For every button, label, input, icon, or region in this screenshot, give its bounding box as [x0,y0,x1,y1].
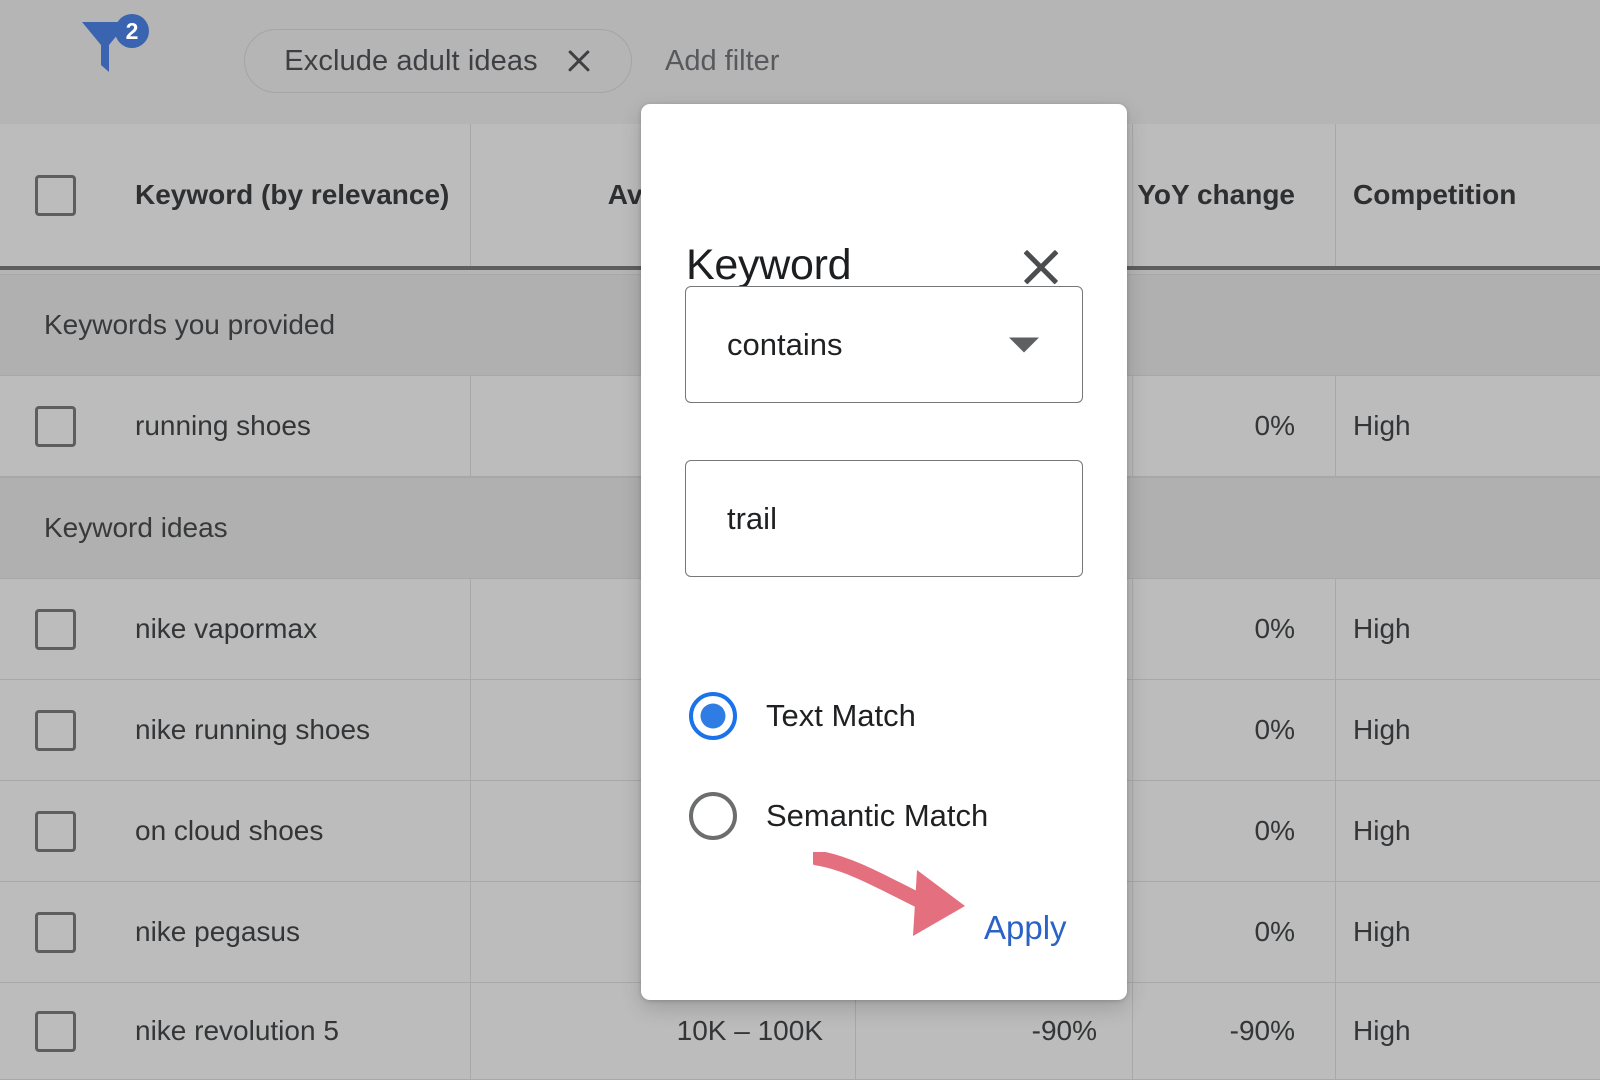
screen-root: 2 Exclude adult ideas Add filter Keyword… [0,0,1600,1080]
filter-chip-exclude-adult-ideas[interactable]: Exclude adult ideas [244,29,632,93]
row-competition: High [1353,410,1411,442]
select-all-checkbox[interactable] [35,175,76,216]
row-competition-cell: High [1335,983,1600,1079]
row-checkbox-cell[interactable] [0,376,110,476]
row-yoy-cell: -90% [1132,983,1335,1079]
row-keyword-cell: nike running shoes [110,680,470,780]
match-option-label: Semantic Match [766,798,988,834]
row-yoy: -90% [1230,1015,1295,1047]
row-yoy-cell: 0% [1132,781,1335,881]
row-volume: 10K – 100K [677,1015,823,1047]
add-filter-button[interactable]: Add filter [665,45,779,78]
column-header-yoy[interactable]: YoY change [1132,124,1335,266]
column-header-label: YoY change [1137,179,1295,211]
row-competition-cell: High [1335,680,1600,780]
row-keyword: nike running shoes [135,714,370,746]
row-yoy: 0% [1255,410,1295,442]
row-competition-cell: High [1335,376,1600,476]
group-title: Keyword ideas [44,512,228,544]
row-yoy: 0% [1255,916,1295,948]
column-header-keyword[interactable]: Keyword (by relevance) [110,124,470,266]
row-competition-cell: High [1335,781,1600,881]
row-checkbox[interactable] [35,811,76,852]
match-option-label: Text Match [766,698,916,734]
row-checkbox[interactable] [35,406,76,447]
close-icon[interactable] [566,48,592,74]
filter-chip-label: Exclude adult ideas [284,45,537,78]
match-option-text-match[interactable]: Text Match [689,692,916,740]
row-keyword: nike revolution 5 [135,1015,339,1047]
column-header-label: Competition [1353,179,1516,211]
row-yoy-cell: 0% [1132,680,1335,780]
row-keyword-cell: nike pegasus [110,882,470,982]
row-keyword: nike pegasus [135,916,300,948]
group-title: Keywords you provided [44,309,335,341]
filter-badge-count: 2 [126,18,139,44]
operator-select[interactable]: contains [685,286,1083,403]
column-header-label: Keyword (by relevance) [135,179,449,211]
row-keyword-cell: running shoes [110,376,470,476]
row-keyword-cell: on cloud shoes [110,781,470,881]
column-header-competition[interactable]: Competition [1335,124,1600,266]
row-keyword-cell: nike revolution 5 [110,983,470,1079]
row-competition: High [1353,1015,1411,1047]
chevron-down-icon [1009,337,1039,352]
select-all-cell[interactable] [0,124,110,266]
row-checkbox[interactable] [35,1011,76,1052]
operator-select-value: contains [727,327,842,363]
row-yoy-cell: 0% [1132,882,1335,982]
row-keyword: nike vapormax [135,613,317,645]
row-yoy: 0% [1255,815,1295,847]
row-checkbox-cell[interactable] [0,781,110,881]
row-mom: -90% [1032,1015,1097,1047]
row-competition: High [1353,916,1411,948]
row-checkbox[interactable] [35,912,76,953]
row-checkbox-cell[interactable] [0,882,110,982]
row-checkbox[interactable] [35,710,76,751]
row-yoy: 0% [1255,613,1295,645]
keyword-value-input[interactable] [727,501,1047,537]
filter-funnel-icon[interactable]: 2 [78,14,154,76]
row-competition: High [1353,815,1411,847]
apply-button[interactable]: Apply [984,909,1067,947]
radio-unselected-icon[interactable] [689,792,737,840]
row-yoy-cell: 0% [1132,579,1335,679]
row-checkbox-cell[interactable] [0,680,110,780]
row-keyword: running shoes [135,410,311,442]
dialog-title: Keyword [686,241,851,290]
row-checkbox-cell[interactable] [0,579,110,679]
row-competition: High [1353,613,1411,645]
row-keyword: on cloud shoes [135,815,323,847]
close-icon[interactable] [1018,244,1064,290]
row-competition-cell: High [1335,579,1600,679]
curved-right-arrow-annotation [813,852,993,942]
match-option-semantic-match[interactable]: Semantic Match [689,792,988,840]
row-keyword-cell: nike vapormax [110,579,470,679]
row-competition: High [1353,714,1411,746]
row-competition-cell: High [1335,882,1600,982]
keyword-filter-dialog: Keyword contains Text Match Semantic Mat… [641,104,1127,1000]
row-checkbox[interactable] [35,609,76,650]
radio-selected-icon[interactable] [689,692,737,740]
keyword-value-field[interactable] [685,460,1083,577]
row-yoy: 0% [1255,714,1295,746]
row-yoy-cell: 0% [1132,376,1335,476]
row-checkbox-cell[interactable] [0,983,110,1079]
